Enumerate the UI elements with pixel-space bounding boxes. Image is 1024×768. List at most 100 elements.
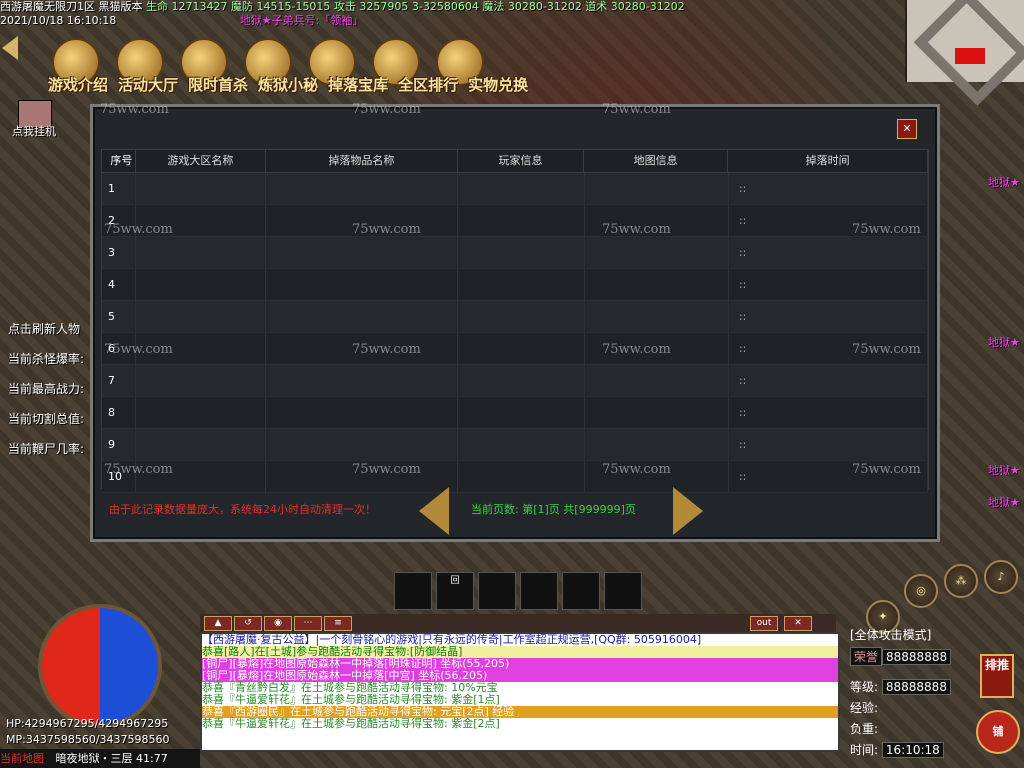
- skill-slot[interactable]: 回: [436, 572, 474, 610]
- prev-page-button[interactable]: [419, 487, 449, 535]
- refresh-player[interactable]: 点击刷新人物: [8, 320, 80, 337]
- chat-close-button[interactable]: ✕: [784, 616, 812, 631]
- menu-secret[interactable]: 炼狱小秘: [256, 74, 320, 95]
- max-power-label: 当前最高战力:: [8, 382, 85, 396]
- table-row: 4::: [102, 269, 928, 301]
- character-panel: [全体攻击模式] 荣誉 88888888 等级: 88888888 经验: 负重:…: [850, 626, 980, 766]
- table-row: 8::: [102, 397, 928, 429]
- header-server: 游戏大区名称: [136, 150, 267, 172]
- header-map: 地图信息: [584, 150, 729, 172]
- server-title: 西游屠魔无限刀1区: [0, 0, 95, 13]
- watermark: 75ww.com: [352, 342, 421, 357]
- chat-log[interactable]: 【西游屠魔·复古公益】|一个刻骨铭心的游戏|只有永远的传奇|工作室超正规运营,[…: [200, 632, 840, 752]
- watermark: 75ww.com: [352, 462, 421, 477]
- menu-firstkill[interactable]: 限时首杀: [186, 74, 250, 95]
- next-page-button[interactable]: [673, 487, 703, 535]
- skill-slot[interactable]: [520, 572, 558, 610]
- top-menu-labels: 游戏介绍 活动大厅 限时首杀 炼狱小秘 掉落宝库 全区排行 实物兑换: [46, 74, 530, 95]
- header-no: 序号: [102, 150, 136, 172]
- bottom-hud: HP:4294967295/4294967295 MP:3437598560/3…: [0, 560, 1024, 768]
- honor-value: 88888888: [882, 649, 952, 665]
- row-no: 7: [102, 365, 136, 396]
- npc-label: 地狱★: [988, 336, 1020, 349]
- header-item: 掉落物品名称: [266, 150, 458, 172]
- attack-mode[interactable]: [全体攻击模式]: [850, 626, 980, 643]
- collapse-arrow-icon[interactable]: [2, 36, 18, 60]
- sound-icon[interactable]: ♪: [984, 560, 1018, 594]
- shop-button[interactable]: 铺: [976, 710, 1020, 754]
- menu-exchange[interactable]: 实物兑换: [466, 74, 530, 95]
- time-label: 时间:: [850, 743, 879, 757]
- corpse-rate-label: 当前鞭尸几率:: [8, 442, 85, 456]
- row-no: 1: [102, 173, 136, 204]
- top-status-bar: 西游屠魔无限刀1区 黑猫版本 生命 12713427 魔防 14515-1501…: [0, 0, 700, 28]
- chat-tab-button[interactable]: ▲: [204, 616, 232, 631]
- menu-intro[interactable]: 游戏介绍: [46, 74, 110, 95]
- skill-slot[interactable]: [604, 572, 642, 610]
- table-row: 1::: [102, 173, 928, 205]
- watermark: 75ww.com: [852, 342, 921, 357]
- skill-slot[interactable]: [478, 572, 516, 610]
- chat-tab-button[interactable]: ↺: [234, 616, 262, 631]
- skill-slot[interactable]: [562, 572, 600, 610]
- watermark: 75ww.com: [104, 462, 173, 477]
- table-row: 5::: [102, 301, 928, 333]
- time-value: 16:10:18: [881, 742, 944, 758]
- watermark: 75ww.com: [100, 102, 169, 117]
- level-value: 88888888: [881, 679, 951, 695]
- watermark: 75ww.com: [602, 462, 671, 477]
- version-label: 黑猫版本: [98, 0, 143, 13]
- table-body: 1:: 2:: 3:: 4:: 5:: 6:: 7:: 8:: 9:: 10::: [102, 173, 928, 493]
- chat-tab-button[interactable]: ⋯: [294, 616, 322, 631]
- current-map-name: 暗夜地狱・三层 41:77: [55, 752, 168, 765]
- watermark: 75ww.com: [104, 342, 173, 357]
- drop-record-panel: ✕ 序号 游戏大区名称 掉落物品名称 玩家信息 地图信息 掉落时间 1:: 2:…: [90, 104, 940, 542]
- menu-ranking[interactable]: 全区排行: [396, 74, 460, 95]
- minimap-marker: [955, 48, 985, 64]
- datetime-label: 2021/10/18 16:10:18: [0, 14, 117, 27]
- watermark: 75ww.com: [852, 222, 921, 237]
- level-label: 等级:: [850, 680, 879, 694]
- close-button[interactable]: ✕: [897, 119, 917, 139]
- chat-tab-button[interactable]: ◉: [264, 616, 292, 631]
- table-row: 2::: [102, 205, 928, 237]
- chat-tab-button[interactable]: ≡: [324, 616, 352, 631]
- table-header: 序号 游戏大区名称 掉落物品名称 玩家信息 地图信息 掉落时间: [102, 150, 928, 173]
- table-row: 10::: [102, 461, 928, 493]
- row-time: ::: [729, 397, 928, 428]
- current-map-bar: 当前地图 暗夜地狱・三层 41:77: [0, 749, 200, 768]
- exp-label: 经验:: [850, 701, 879, 715]
- drop-record-table: 序号 游戏大区名称 掉落物品名称 玩家信息 地图信息 掉落时间 1:: 2:: …: [101, 149, 929, 493]
- npc-label: 地狱★: [988, 464, 1020, 477]
- page-indicator: 当前页数: 第[1]页 共[999999]页: [471, 503, 636, 516]
- rank-button[interactable]: 排推: [980, 654, 1014, 698]
- row-no: 4: [102, 269, 136, 300]
- team-icon[interactable]: ⁂: [944, 564, 978, 598]
- table-row: 7::: [102, 365, 928, 397]
- npc-label: 地狱★: [988, 496, 1020, 509]
- afk-button[interactable]: 点我挂机: [12, 123, 56, 139]
- chat-line: 恭喜『牛逼爱轩花』在土城参与跑酷活动寻得宝物: 紫金[2点]: [202, 718, 838, 730]
- hp-mp-orb: [38, 604, 162, 728]
- skill-slot[interactable]: [394, 572, 432, 610]
- row-time: ::: [729, 237, 928, 268]
- chat-toolbar: ▲ ↺ ◉ ⋯ ≡ out ✕: [200, 614, 836, 632]
- table-row: 3::: [102, 237, 928, 269]
- player-stats: 生命 12713427 魔防 14515-15015 攻击 3257905 3-…: [146, 0, 685, 13]
- row-time: ::: [729, 173, 928, 204]
- kill-rate-label: 当前杀怪爆率:: [8, 352, 85, 366]
- row-no: 3: [102, 237, 136, 268]
- minimap[interactable]: [905, 0, 1024, 106]
- watermark: 75ww.com: [602, 222, 671, 237]
- menu-events[interactable]: 活动大厅: [116, 74, 180, 95]
- hp-readout: HP:4294967295/4294967295: [6, 717, 169, 730]
- row-time: ::: [729, 429, 928, 460]
- watermark: 75ww.com: [352, 222, 421, 237]
- row-time: ::: [729, 301, 928, 332]
- cleanup-notice: 由于此记录数据量庞大，系统每24小时自动清理一次！: [109, 503, 376, 516]
- row-no: 8: [102, 397, 136, 428]
- menu-drops[interactable]: 掉落宝库: [326, 74, 390, 95]
- row-time: ::: [729, 365, 928, 396]
- chat-out-button[interactable]: out: [750, 616, 778, 631]
- bag-icon[interactable]: ◎: [904, 574, 938, 608]
